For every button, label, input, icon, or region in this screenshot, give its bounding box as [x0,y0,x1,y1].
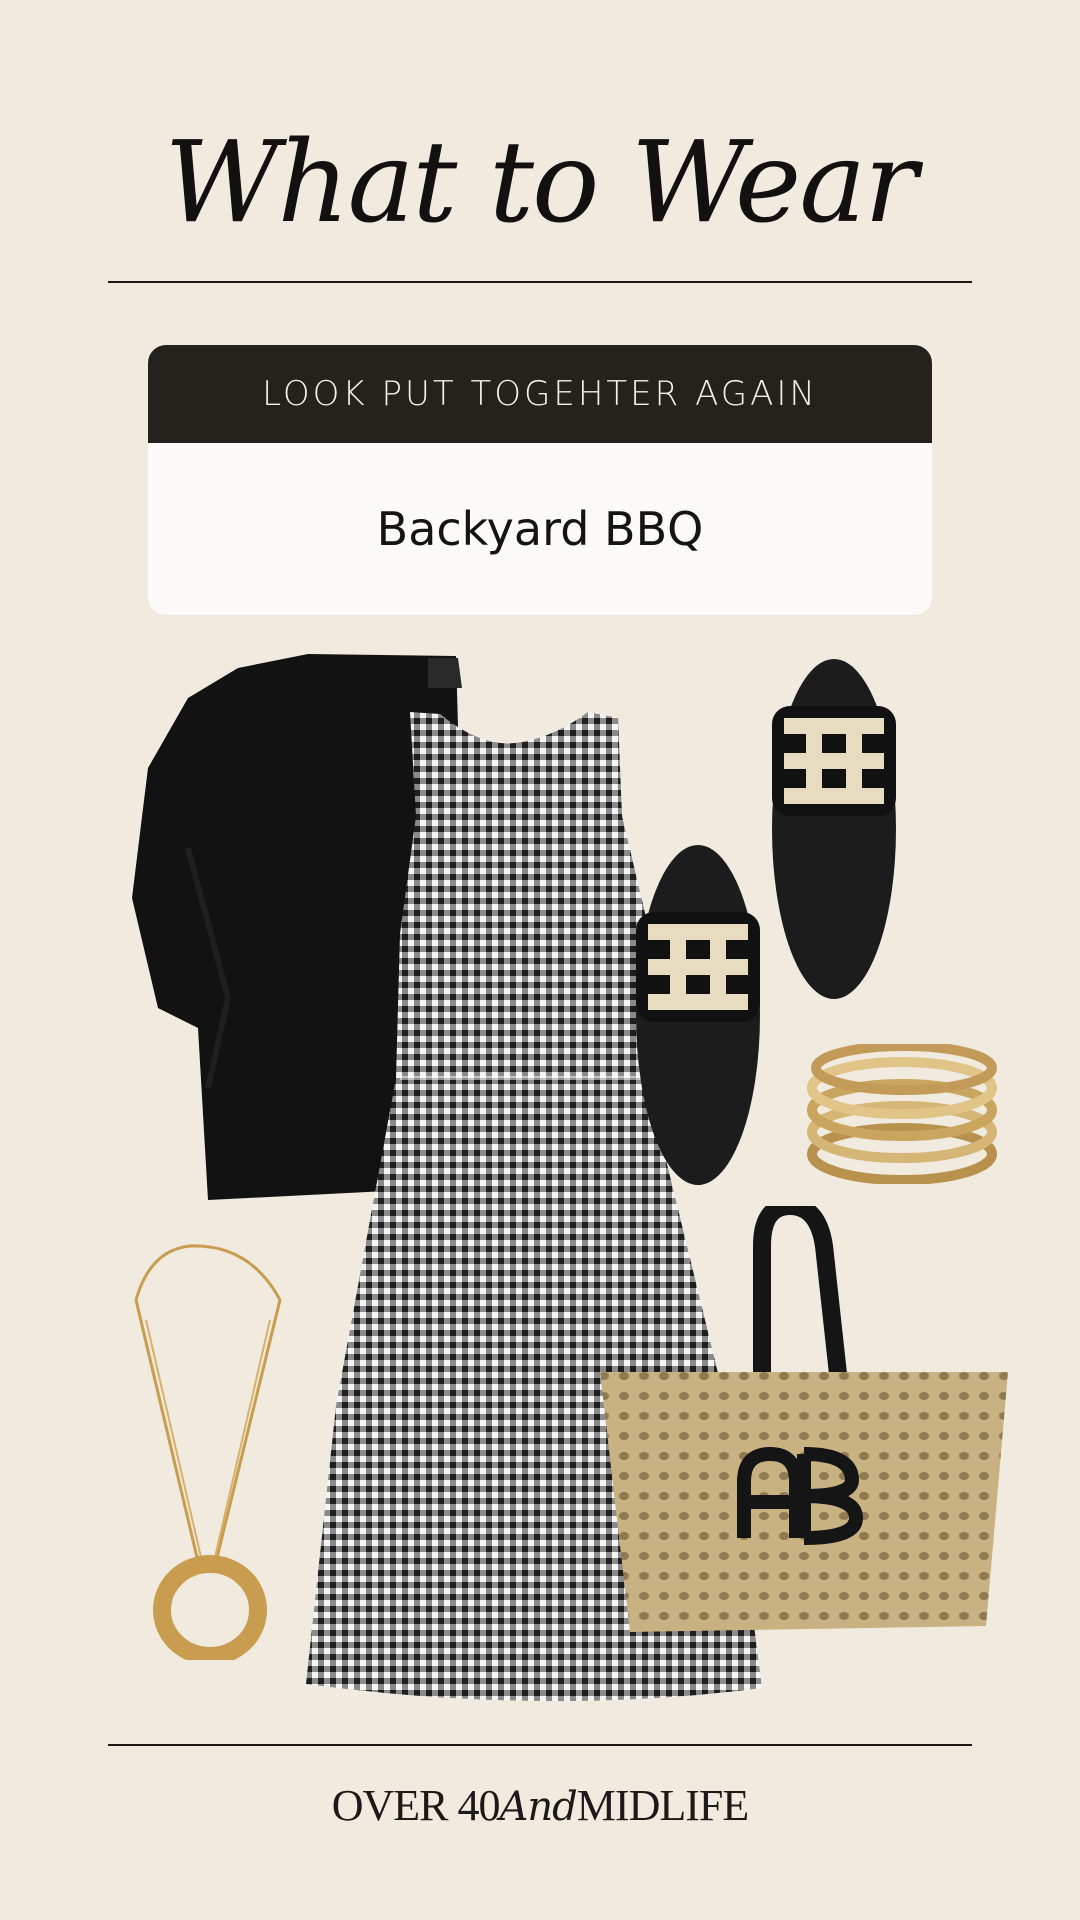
brand-right: MIDLIFE [576,1781,749,1830]
top-divider [108,281,972,283]
page-title: What to Wear [164,118,917,248]
sandal-icon[interactable] [764,656,904,1002]
occasion-title: Backyard BBQ [376,502,704,556]
bottom-divider [108,1744,972,1746]
bangles-icon[interactable] [804,1044,1000,1184]
brand-mid: And [499,1784,578,1830]
brand-left: OVER 40 [331,1781,501,1830]
necklace-icon[interactable] [130,1240,290,1660]
occasion-card: LOOK PUT TOGEHTER AGAIN Backyard BBQ [148,345,932,615]
brand-logo: OVER 40AndMIDLIFE [0,1780,1080,1831]
tote-bag-icon[interactable] [594,1206,1014,1640]
card-label: LOOK PUT TOGEHTER AGAIN [148,345,932,443]
sandal-icon[interactable] [628,842,768,1188]
